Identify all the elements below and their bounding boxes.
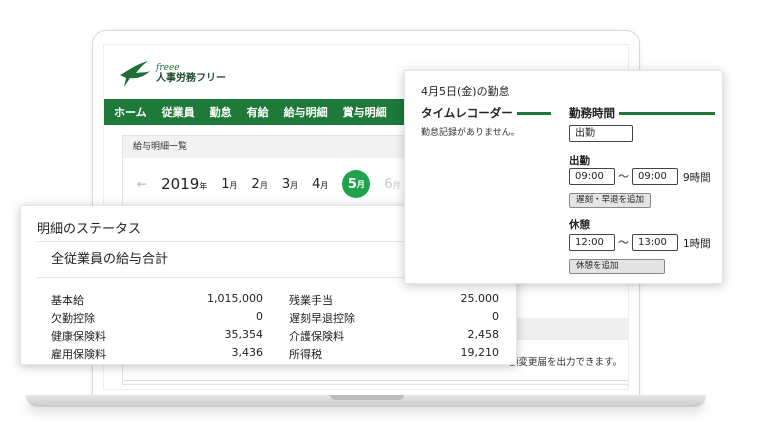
month-5-selected[interactable]: 5月	[342, 170, 371, 198]
break-end-input[interactable]: 13:00	[632, 234, 678, 251]
add-late-early-button[interactable]: 遅刻・早退を追加	[569, 193, 652, 208]
work-type-select[interactable]: 出勤	[569, 125, 633, 142]
break-label: 休憩	[569, 219, 590, 231]
shift-hours: 9時間	[683, 172, 711, 184]
nav-attendance[interactable]: 勤怠	[210, 104, 232, 120]
summary-row: 所得税 19,210	[289, 346, 499, 361]
prev-year-arrow-icon[interactable]: ←	[137, 177, 147, 191]
summary-row: 介護保険料 2,458	[289, 328, 499, 343]
month-1[interactable]: 1月	[221, 177, 237, 192]
month-3[interactable]: 3月	[282, 177, 298, 192]
logo-small-text: freee	[156, 62, 180, 73]
month-6-disabled: 6月	[384, 176, 401, 192]
month-4[interactable]: 4月	[312, 177, 328, 192]
year-label: 2019年	[161, 175, 208, 193]
nav-payslip[interactable]: 給与明細	[284, 104, 328, 120]
nav-employees[interactable]: 従業員	[162, 104, 195, 120]
nav-paid-leave[interactable]: 有給	[247, 104, 269, 120]
shift-end-input[interactable]: 09:00	[632, 168, 678, 185]
freee-logo[interactable]: freee 人事労務フリー	[118, 59, 226, 89]
time-recorder-heading: タイムレコーダー	[421, 105, 551, 121]
laptop-notch	[330, 395, 404, 400]
nav-home[interactable]: ホーム	[114, 104, 147, 120]
range-tilde: 〜	[618, 236, 629, 249]
summary-row: 雇用保険料 3,436	[51, 346, 263, 361]
notice-text: 額変更届を出力できます。	[509, 357, 623, 368]
shift-label: 出勤	[569, 155, 590, 167]
work-hours-heading: 勤務時間	[569, 105, 715, 121]
attendance-date: 4月5日(金)の勤怠	[421, 85, 510, 98]
summary-row: 遅刻早退控除 0	[289, 310, 499, 325]
break-hours: 1時間	[683, 238, 711, 250]
shift-start-input[interactable]: 09:00	[569, 168, 615, 185]
swallow-logo-icon	[120, 61, 150, 87]
month-2[interactable]: 2月	[252, 177, 268, 192]
summary-row: 健康保険料 35,354	[51, 328, 263, 343]
status-title: 明細のステータス	[37, 222, 142, 237]
range-tilde: 〜	[618, 170, 629, 183]
summary-row: 欠勤控除 0	[51, 310, 263, 325]
summary-row: 基本給 1,015,000	[51, 292, 263, 307]
break-start-input[interactable]: 12:00	[569, 234, 615, 251]
summary-row: 残業手当 25.000	[289, 292, 499, 307]
add-break-button[interactable]: 休憩を追加	[569, 259, 665, 274]
logo-main-text: 人事労務フリー	[156, 73, 226, 85]
divider	[123, 380, 628, 381]
month-selector: ← 2019年 1月 2月 3月 4月 5月 6月	[137, 170, 401, 198]
attendance-detail-panel: 4月5日(金)の勤怠 タイムレコーダー 勤怠記録がありません。 勤務時間 出勤 …	[404, 70, 723, 284]
nav-bonus-slip[interactable]: 賞与明細	[343, 104, 387, 120]
no-record-message: 勤怠記録がありません。	[421, 128, 520, 138]
